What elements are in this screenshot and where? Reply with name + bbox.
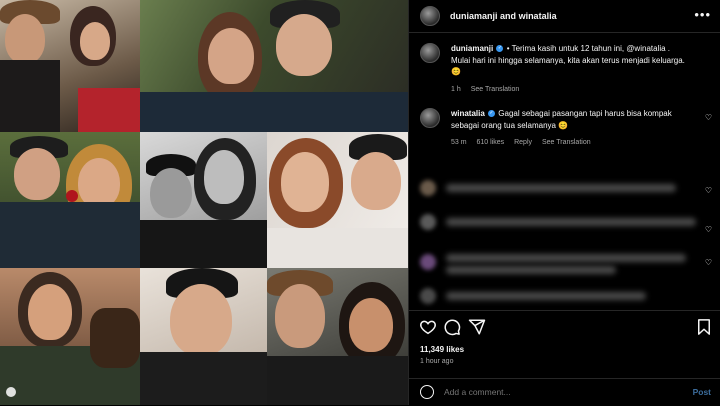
verified-badge-icon: ✓ [488, 110, 496, 118]
header-collaborator[interactable]: winatalia [519, 11, 557, 21]
comment-age[interactable]: 53 m [451, 139, 467, 146]
comment-reply-button[interactable]: Reply [514, 139, 532, 146]
comment-icon[interactable] [443, 318, 461, 336]
comment-username[interactable]: winatalia [451, 109, 485, 118]
comment-input[interactable] [444, 387, 644, 397]
post-side-panel: duniamanji and winatalia ••• duniamanji … [408, 0, 720, 405]
collage-photo-6 [0, 268, 140, 405]
post-comment-button[interactable]: Post [693, 387, 711, 397]
header-connector: and [500, 11, 517, 21]
heart-icon[interactable] [419, 318, 437, 336]
comment-like-heart-icon[interactable]: ♡ [705, 225, 712, 234]
bookmark-icon[interactable] [695, 318, 713, 336]
share-icon[interactable] [468, 318, 486, 336]
post-header: duniamanji and winatalia ••• [409, 0, 720, 33]
emoji-icon[interactable] [420, 385, 434, 399]
collage-photo-2 [140, 0, 408, 132]
header-username[interactable]: duniamanji [450, 11, 498, 21]
collage-photo-7 [140, 268, 267, 405]
post-header-title: duniamanji and winatalia [450, 11, 557, 21]
add-comment-bar: Post [409, 378, 720, 406]
collage-photo-5 [267, 132, 408, 268]
likes-count[interactable]: 11,349 likes [420, 345, 464, 354]
comment-see-translation[interactable]: See Translation [542, 139, 591, 146]
caption-meta: 1 h See Translation [451, 84, 691, 96]
post-photo-collage[interactable] [0, 0, 408, 405]
comment-text: Gagal sebagai pasangan tapi harus bisa k… [451, 109, 672, 130]
blurred-comment [420, 178, 712, 198]
avatar[interactable] [420, 6, 440, 26]
collage-photo-3 [0, 132, 140, 268]
caption-see-translation[interactable]: See Translation [471, 86, 520, 93]
caption-comment: duniamanji ✓ • Terima kasih untuk 12 tah… [420, 43, 710, 95]
avatar[interactable] [420, 108, 440, 128]
comment-like-heart-icon[interactable]: ♡ [705, 186, 712, 195]
post-actions-bar [409, 310, 720, 345]
avatar[interactable] [420, 43, 440, 63]
comment-like-heart-icon[interactable]: ♡ [705, 258, 712, 267]
more-horizontal-icon[interactable]: ••• [694, 7, 711, 22]
blurred-comment [420, 212, 712, 232]
caption-username[interactable]: duniamanji [451, 44, 493, 53]
comment-meta: 53 m 610 likes Reply See Translation [451, 137, 691, 149]
post-timestamp[interactable]: 1 hour ago [420, 358, 453, 365]
caption-age[interactable]: 1 h [451, 86, 461, 93]
blurred-comment [420, 286, 712, 306]
collage-photo-8 [267, 268, 408, 405]
comment-item: winatalia ✓ Gagal sebagai pasangan tapi … [420, 108, 710, 149]
comment-likes[interactable]: 610 likes [477, 139, 505, 146]
collage-photo-4 [140, 132, 267, 268]
media-indicator-icon [6, 387, 16, 397]
comment-like-heart-icon[interactable]: ♡ [705, 113, 712, 122]
collage-photo-1 [0, 0, 140, 132]
blurred-comment [420, 252, 712, 274]
verified-badge-icon: ✓ [496, 45, 504, 53]
